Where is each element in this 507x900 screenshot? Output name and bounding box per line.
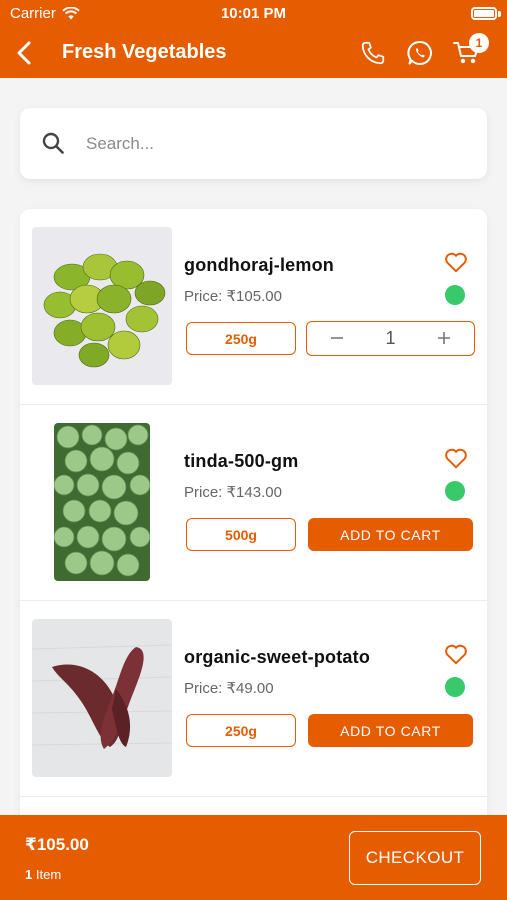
call-button[interactable] — [357, 37, 389, 69]
search-bar — [20, 108, 487, 179]
add-to-cart-button[interactable]: ADD TO CART — [308, 518, 473, 551]
product-item: organic-sweet-potato Price: ₹49.00 250g … — [20, 601, 487, 797]
chevron-left-icon — [17, 41, 31, 65]
quantity-value: 1 — [385, 328, 396, 348]
navigation-bar: Fresh Vegetables 1 — [0, 28, 507, 78]
add-to-cart-button[interactable]: ADD TO CART — [308, 714, 473, 747]
cart-button[interactable]: 1 — [451, 33, 489, 69]
cart-total: ₹105.00 — [25, 835, 89, 854]
checkout-button[interactable]: CHECKOUT — [349, 831, 481, 885]
product-price: Price: ₹49.00 — [184, 680, 274, 697]
product-image-gondhoraj-lemon[interactable] — [32, 227, 172, 385]
product-price: Price: ₹105.00 — [184, 288, 282, 305]
quantity-stepper: 1 — [306, 321, 475, 356]
search-icon — [42, 132, 64, 154]
phone-icon — [361, 41, 385, 65]
weight-selector[interactable]: 250g — [186, 322, 296, 355]
heart-icon[interactable] — [443, 641, 469, 667]
product-list: gondhoraj-lemon Price: ₹105.00 250g 1 ti… — [20, 209, 487, 829]
increment-button[interactable] — [424, 322, 464, 354]
product-image-tinda[interactable] — [54, 423, 150, 581]
whatsapp-button[interactable] — [404, 37, 436, 69]
item-count-value: 1 — [25, 867, 33, 882]
page-title: Fresh Vegetables — [62, 41, 227, 63]
decrement-button[interactable] — [317, 322, 357, 354]
cart-count-badge: 1 — [469, 33, 489, 53]
weight-selector[interactable]: 250g — [186, 714, 296, 747]
battery-tip — [498, 11, 501, 17]
product-image-sweet-potato[interactable] — [32, 619, 172, 777]
status-time: 10:01 PM — [220, 5, 287, 22]
product-item: tinda-500-gm Price: ₹143.00 500g ADD TO … — [20, 405, 487, 601]
stock-indicator — [445, 677, 465, 697]
product-price: Price: ₹143.00 — [184, 484, 282, 501]
stock-indicator — [445, 481, 465, 501]
product-name: tinda-500-gm — [184, 451, 299, 471]
battery-icon — [471, 7, 497, 20]
plus-icon — [438, 332, 450, 344]
weight-selector[interactable]: 500g — [186, 518, 296, 551]
product-name: gondhoraj-lemon — [184, 255, 334, 275]
product-item: gondhoraj-lemon Price: ₹105.00 250g 1 — [20, 209, 487, 405]
cart-footer: ₹105.00 1 Item CHECKOUT — [0, 815, 507, 900]
heart-icon[interactable] — [443, 445, 469, 471]
minus-icon — [331, 337, 343, 339]
search-input[interactable] — [86, 126, 466, 162]
cart-item-count: 1 Item — [25, 867, 61, 882]
stock-indicator — [445, 285, 465, 305]
heart-icon[interactable] — [443, 249, 469, 275]
whatsapp-icon — [407, 41, 432, 65]
back-button[interactable] — [8, 36, 40, 70]
status-bar: Carrier 10:01 PM — [0, 0, 507, 28]
product-name: organic-sweet-potato — [184, 647, 371, 667]
item-count-label: Item — [35, 867, 62, 882]
